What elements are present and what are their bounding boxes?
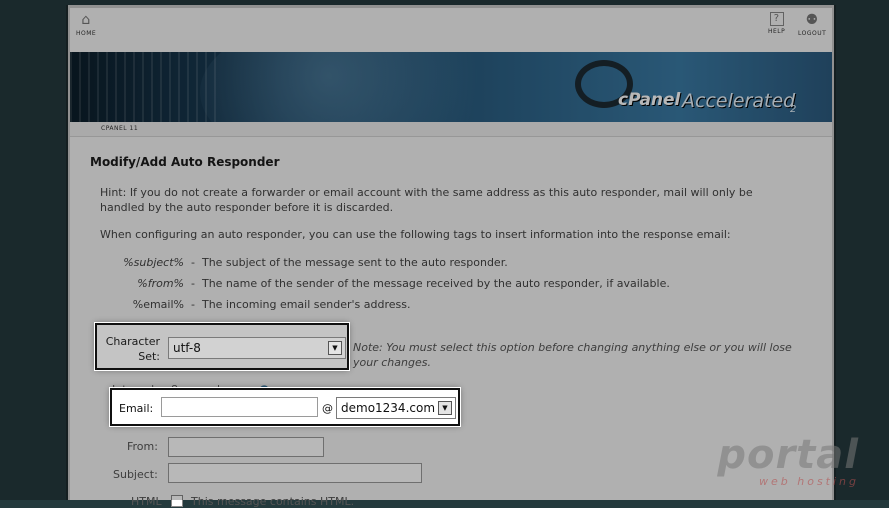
nav-help[interactable]: ? HELP: [768, 12, 785, 35]
html-checkbox-text: This message contains HTML.: [191, 495, 355, 508]
nav-home-label: HOME: [76, 30, 97, 37]
banner-pattern: [70, 52, 220, 122]
breadcrumb-bar: CPANEL 11: [70, 122, 832, 137]
logo-accent: Accelerated: [682, 90, 796, 112]
nav-help-label: HELP: [768, 28, 786, 35]
tag-email-desc: - The incoming email sender's address.: [191, 298, 411, 311]
tag-from-desc: - The name of the sender of the message …: [191, 277, 670, 290]
email-input[interactable]: [161, 397, 318, 417]
user-logout-icon: ⚉: [805, 12, 819, 28]
tag-email-name: %email%: [132, 298, 184, 311]
tags-intro: When configuring an auto responder, you …: [100, 228, 731, 241]
nav-logout-label: LOGOUT: [798, 30, 827, 37]
from-input[interactable]: [168, 437, 324, 457]
at-symbol: @: [322, 402, 333, 415]
html-label: HTML: [131, 495, 162, 508]
domain-select-value: demo1234.com: [341, 401, 436, 415]
banner-globe: [200, 52, 520, 122]
page-inner: ⌂ HOME ? HELP ⚉ LOGOUT cPanel Accelerate…: [70, 8, 832, 508]
charset-label: Character Set:: [105, 335, 160, 363]
nav-logout[interactable]: ⚉ LOGOUT: [798, 12, 826, 37]
chevron-down-icon[interactable]: ▼: [438, 401, 452, 415]
charset-select-value: utf-8: [173, 341, 201, 355]
breadcrumb[interactable]: CPANEL 11: [101, 125, 138, 132]
charset-highlight-box: Character Set: utf-8 ▼: [94, 322, 350, 371]
from-label: From:: [127, 440, 158, 453]
chevron-down-icon[interactable]: ▼: [328, 341, 342, 355]
help-icon: ?: [769, 12, 784, 26]
charset-select[interactable]: utf-8 ▼: [168, 337, 346, 359]
domain-select[interactable]: demo1234.com ▼: [336, 397, 456, 419]
logo-word: cPanel: [618, 90, 681, 110]
watermark-main: portal: [717, 432, 859, 478]
tag-subject-desc: - The subject of the message sent to the…: [191, 256, 508, 269]
home-icon: ⌂: [81, 12, 91, 28]
html-checkbox[interactable]: [171, 495, 183, 507]
charset-note: Note: You must select this option before…: [353, 341, 792, 369]
top-navigation: ⌂ HOME ? HELP ⚉ LOGOUT: [70, 8, 832, 52]
nav-home[interactable]: ⌂ HOME: [76, 12, 96, 37]
page-title: Modify/Add Auto Responder: [90, 155, 280, 169]
cpanel-banner: cPanel Accelerated 2: [70, 52, 832, 122]
subject-input[interactable]: [168, 463, 422, 483]
tag-from-name: %from%: [137, 277, 184, 290]
email-label: Email:: [119, 402, 154, 415]
tag-subject-name: %subject%: [123, 256, 184, 269]
hint-text: Hint: If you do not create a forwarder o…: [100, 186, 753, 214]
portal-watermark: portal web hosting: [717, 435, 859, 488]
subject-label: Subject:: [113, 468, 158, 481]
logo-sub: 2: [790, 104, 797, 115]
email-highlight-box: Email: @ demo1234.com ▼: [109, 387, 461, 427]
